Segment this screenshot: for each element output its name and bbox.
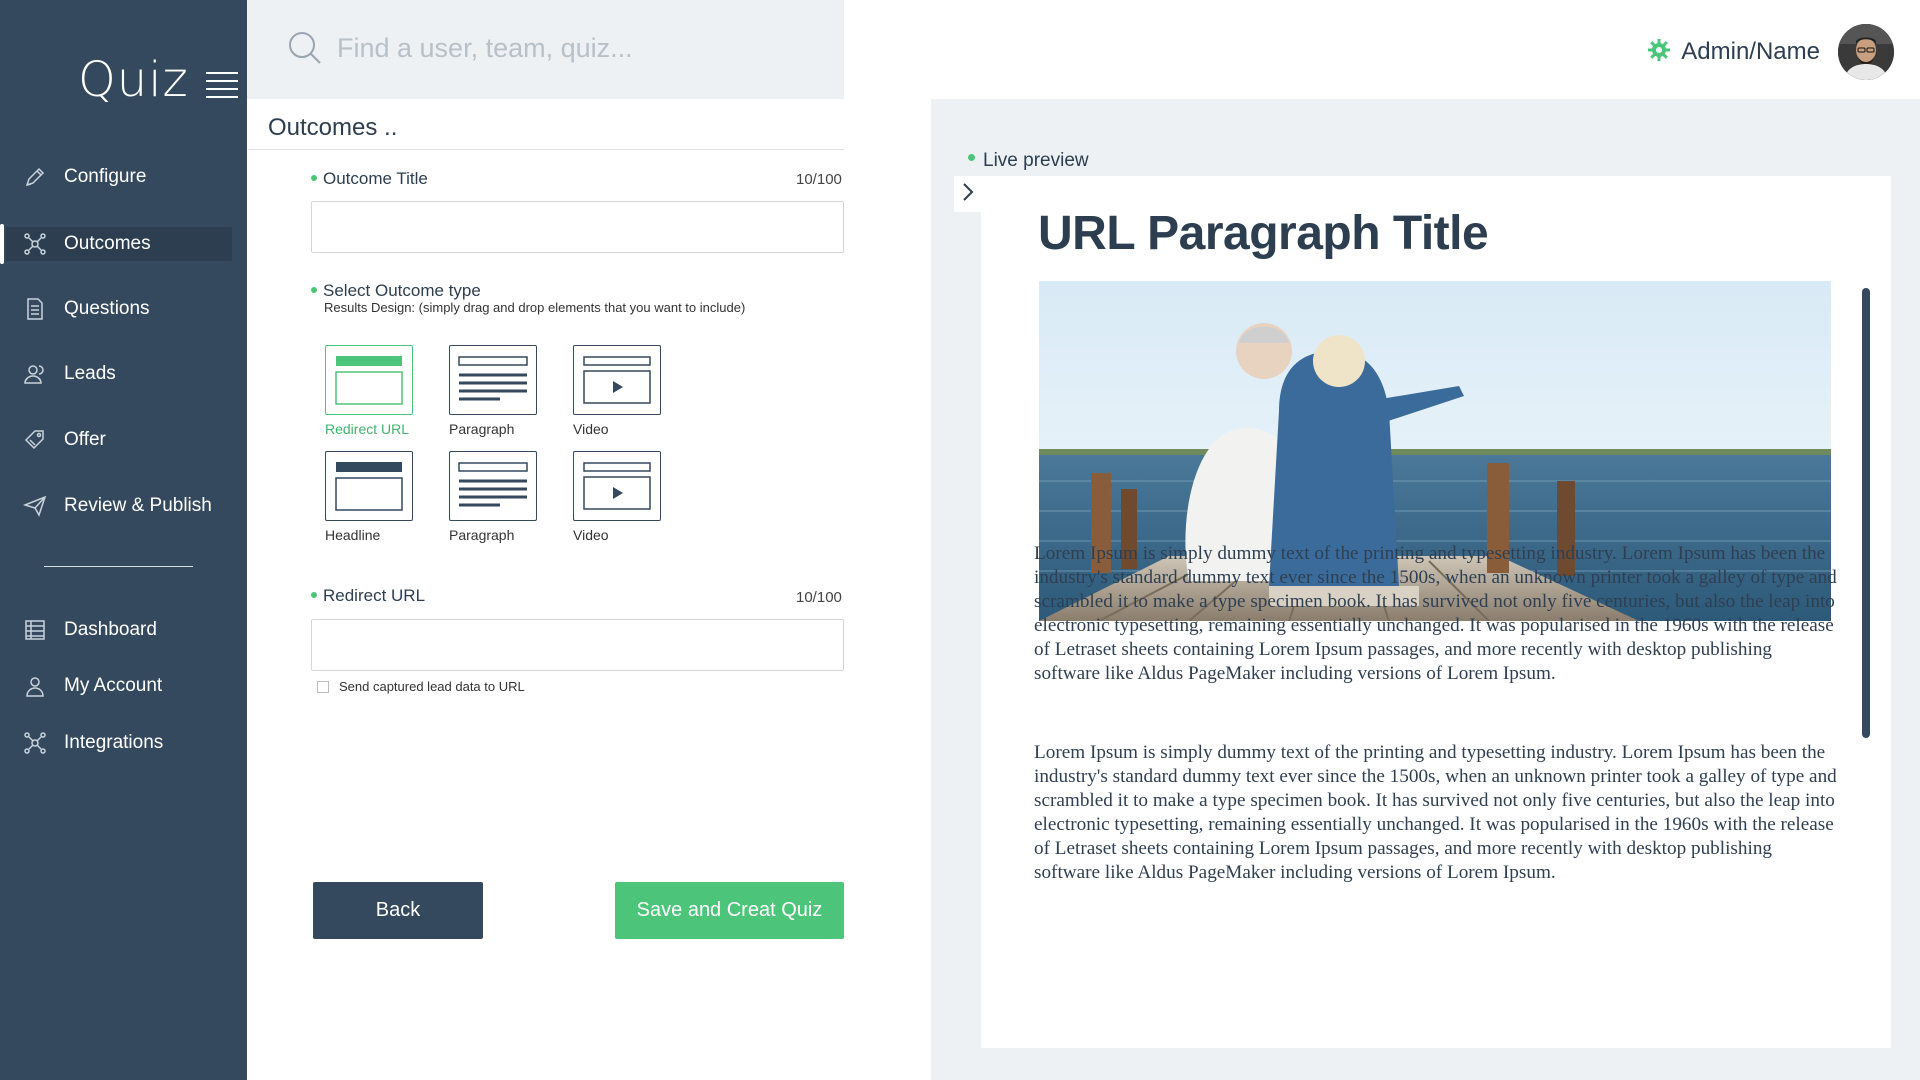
outcome-type-label: Select Outcome type <box>311 281 481 301</box>
outcome-type-label: Paragraph <box>449 527 515 543</box>
tag-icon <box>12 428 58 452</box>
active-indicator <box>0 224 4 264</box>
redirect-url-layout-icon <box>325 345 413 415</box>
sidebar-divider <box>44 566 193 567</box>
sidebar-item-offer[interactable]: Offer <box>6 423 232 457</box>
preview-card: URL Paragraph Title Lorem Ipsum is simpl… <box>981 176 1891 1048</box>
divider <box>248 149 844 150</box>
redirect-url-label-text: Redirect URL <box>323 586 426 605</box>
outcome-type-label: Paragraph <box>449 421 515 437</box>
live-preview-label-text: Live preview <box>983 150 1089 171</box>
paper-plane-icon <box>12 494 58 518</box>
users-icon <box>12 362 58 386</box>
avatar[interactable] <box>1838 24 1894 80</box>
sidebar-item-label: Outcomes <box>64 233 151 254</box>
chevron-right-icon <box>961 182 975 207</box>
bullet-dot <box>311 591 317 598</box>
user-menu[interactable]: Admin/Name <box>1647 24 1894 80</box>
list-icon <box>12 618 58 642</box>
paragraph-layout-icon <box>449 345 537 415</box>
app-logo: Quiz <box>78 52 189 108</box>
sidebar-item-integrations[interactable]: Integrations <box>6 726 232 760</box>
sidebar-item-my-account[interactable]: My Account <box>6 669 232 703</box>
video-layout-icon <box>573 451 661 521</box>
pencil-icon <box>12 165 58 189</box>
admin-name[interactable]: Admin/Name <box>1681 38 1820 66</box>
bullet-dot <box>311 174 317 181</box>
preview-paragraph: Lorem Ipsum is simply dummy text of the … <box>1034 543 1837 684</box>
video-layout-icon <box>573 345 661 415</box>
outcome-type-label: Headline <box>325 527 381 543</box>
sidebar-item-label: Offer <box>64 429 106 450</box>
outcome-type-label: Redirect URL <box>325 421 410 437</box>
headline-layout-icon <box>325 451 413 521</box>
save-create-quiz-button[interactable]: Save and Creat Quiz <box>615 882 844 939</box>
outcome-type-label: Video <box>573 421 609 437</box>
menu-icon[interactable] <box>204 70 240 100</box>
collapse-preview-button[interactable] <box>954 176 982 212</box>
outcome-type-video-2[interactable]: Video <box>573 451 661 543</box>
outcome-type-label: Video <box>573 527 609 543</box>
paragraph-layout-icon <box>449 451 537 521</box>
sidebar-item-label: Leads <box>64 363 116 384</box>
outcome-type-label-text: Select Outcome type <box>323 281 481 300</box>
outcome-type-video[interactable]: Video <box>573 345 661 437</box>
redirect-url-input[interactable] <box>311 619 844 671</box>
sidebar-item-label: Review & Publish <box>64 495 212 516</box>
sidebar: Quiz Configure Outcomes Questions Leads … <box>0 0 247 1080</box>
redirect-url-label: Redirect URL <box>311 586 425 606</box>
network-icon <box>12 232 58 256</box>
send-lead-data-row[interactable]: Send captured lead data to URL <box>317 679 525 694</box>
outcome-title-label-text: Outcome Title <box>323 169 428 188</box>
network-icon <box>12 731 58 755</box>
sidebar-item-label: Dashboard <box>64 619 157 640</box>
outcome-type-paragraph-2[interactable]: Paragraph <box>449 451 537 543</box>
sidebar-item-review-publish[interactable]: Review & Publish <box>6 489 232 523</box>
preview-title: URL Paragraph Title <box>1038 207 1489 260</box>
sidebar-item-outcomes[interactable]: Outcomes <box>6 227 232 261</box>
outcome-title-input[interactable] <box>311 201 844 253</box>
sidebar-item-label: Integrations <box>64 732 164 753</box>
outcome-type-paragraph[interactable]: Paragraph <box>449 345 537 437</box>
back-button[interactable]: Back <box>313 882 483 939</box>
sidebar-item-label: Questions <box>64 298 150 319</box>
outcome-type-headline[interactable]: Headline <box>325 451 413 543</box>
search-icon[interactable] <box>287 30 323 71</box>
bullet-dot <box>968 154 975 162</box>
send-lead-data-checkbox[interactable] <box>317 680 329 693</box>
page-title: Outcomes .. <box>268 114 398 141</box>
preview-paragraph: Lorem Ipsum is simply dummy text of the … <box>1034 742 1837 883</box>
sidebar-item-label: Configure <box>64 166 147 187</box>
preview-scrollbar[interactable] <box>1862 288 1870 738</box>
sidebar-item-dashboard[interactable]: Dashboard <box>6 613 232 647</box>
sidebar-item-configure[interactable]: Configure <box>6 160 232 194</box>
live-preview-label: Live preview <box>968 150 1089 172</box>
bullet-dot <box>311 286 317 293</box>
send-lead-data-label: Send captured lead data to URL <box>339 679 525 694</box>
sidebar-item-questions[interactable]: Questions <box>6 292 232 326</box>
search-input[interactable] <box>337 26 817 70</box>
gear-icon[interactable] <box>1647 38 1671 67</box>
outcome-type-redirect-url[interactable]: Redirect URL <box>325 345 413 437</box>
outcome-title-label: Outcome Title <box>311 169 428 189</box>
document-icon <box>12 297 58 321</box>
outcome-title-counter: 10/100 <box>796 171 842 188</box>
sidebar-item-leads[interactable]: Leads <box>6 357 232 391</box>
user-icon <box>12 674 58 698</box>
results-design-note: Results Design: (simply drag and drop el… <box>324 300 746 315</box>
search-bar <box>247 0 844 99</box>
redirect-url-counter: 10/100 <box>796 589 842 606</box>
sidebar-item-label: My Account <box>64 675 163 696</box>
